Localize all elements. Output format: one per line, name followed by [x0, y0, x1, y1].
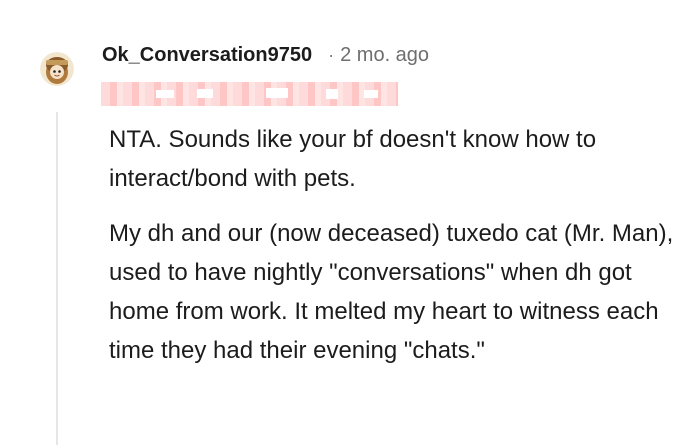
comment-paragraph: NTA. Sounds like your bf doesn't know ho… — [109, 126, 597, 192]
username-link[interactable]: Ok_Conversation9750 — [102, 44, 312, 67]
meta-separator: · — [328, 44, 335, 65]
redacted-user-flair — [101, 82, 398, 106]
comment-paragraph: My dh and our (now deceased) tuxedo cat … — [109, 220, 674, 364]
comment-timestamp[interactable]: 2 mo. ago — [340, 44, 429, 67]
comment-header: Ok_Conversation9750 · 2 mo. ago — [102, 40, 429, 70]
user-avatar-icon[interactable] — [40, 52, 74, 86]
thread-line[interactable] — [56, 112, 58, 445]
comment: Ok_Conversation9750 · 2 mo. ago NTA. Sou… — [0, 0, 700, 445]
comment-body: NTA. Sounds like your bf doesn't know ho… — [109, 120, 679, 386]
